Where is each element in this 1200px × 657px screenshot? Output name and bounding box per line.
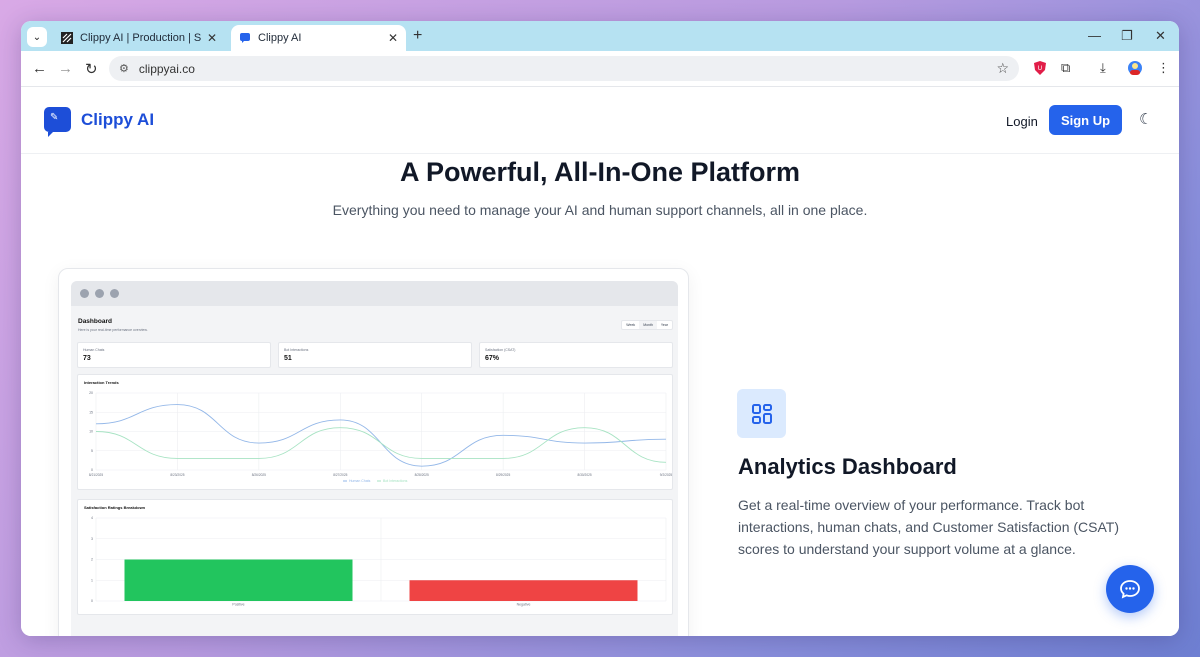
y-tick-label: 4	[91, 516, 93, 520]
x-tick-label: 8/21/2025	[89, 473, 103, 477]
y-tick-label: 5	[91, 449, 93, 453]
download-icon[interactable]: ⤓	[1100, 60, 1106, 76]
legend-label: Human Chats	[349, 479, 371, 483]
stat-card: Bot Interactions 51	[278, 342, 472, 368]
signup-button[interactable]: Sign Up	[1049, 105, 1122, 135]
sanity-favicon-icon	[61, 32, 73, 44]
browser-toolbar: ← → ↻ ⚙ clippyai.co ☆ U ⧉ ⤓ ⋮	[21, 51, 1179, 87]
web-page: ✎ Clippy AI Login Sign Up ☾ A Powerful, …	[21, 87, 1179, 636]
address-bar[interactable]: ⚙ clippyai.co ☆	[109, 56, 1019, 81]
feature-grid-icon	[737, 389, 786, 438]
range-toggle: Week Month Year	[621, 320, 673, 330]
chevron-down-icon: ⌄	[32, 31, 42, 43]
hero-title: A Powerful, All-In-One Platform	[399, 157, 801, 187]
y-tick-label: 1	[91, 578, 93, 582]
legend-label: Bot Interactions	[383, 479, 408, 483]
forward-arrow-icon[interactable]: →	[58, 60, 73, 77]
y-tick-label: 2	[91, 558, 93, 562]
restore-icon[interactable]: ❐	[1121, 28, 1133, 44]
y-tick-label: 15	[89, 410, 93, 414]
y-tick-label: 3	[91, 537, 93, 541]
feature-description: Get a real-time overview of your perform…	[738, 497, 1120, 557]
x-tick-label: 8/26/2025	[252, 473, 266, 477]
x-tick-label: 8/28/2025	[415, 473, 429, 477]
new-tab-plus-icon[interactable]: +	[413, 27, 422, 45]
stat-label: Bot Interactions	[284, 348, 309, 352]
browser-window: ⌄ Clippy AI | Production | Sanity ✕ Clip…	[21, 21, 1179, 636]
window-dot	[95, 289, 104, 298]
x-tick-label: 8/29/2025	[496, 473, 510, 477]
stat-label: Satisfaction (CSAT)	[485, 348, 516, 352]
chat-bubble-icon	[1120, 580, 1140, 599]
brave-shield-icon[interactable]: U	[1033, 60, 1047, 76]
minimize-icon[interactable]: —	[1088, 28, 1101, 43]
x-tick-label: 8/27/2025	[333, 473, 347, 477]
close-icon[interactable]: ✕	[388, 31, 398, 45]
series-line	[95, 427, 667, 463]
y-tick-label: 0	[91, 599, 93, 603]
site-info-icon[interactable]: ⚙	[119, 62, 129, 75]
kebab-menu-icon[interactable]: ⋮	[1157, 60, 1170, 76]
bar-positive	[124, 559, 353, 601]
chat-widget-button[interactable]	[1106, 565, 1154, 613]
mockup-titlebar	[71, 281, 678, 306]
stat-label: Human Chats	[83, 348, 105, 352]
extensions-puzzle-icon[interactable]: ⧉	[1061, 60, 1070, 76]
site-header: ✎ Clippy AI Login Sign Up ☾	[21, 87, 1179, 154]
tab-sanity[interactable]: Clippy AI | Production | Sanity ✕	[53, 25, 225, 51]
x-tick-label: 9/2/2025	[660, 473, 673, 477]
bar-negative	[409, 580, 638, 601]
feature-title: Analytics Dashboard	[738, 454, 957, 479]
site-logo[interactable]: ✎ Clippy AI	[44, 107, 155, 137]
series-line	[95, 404, 667, 467]
brand-name: Clippy AI	[81, 109, 155, 129]
stat-value: 73	[83, 355, 91, 362]
x-tick-label: 8/30/2025	[577, 473, 591, 477]
stat-card: Human Chats 73	[77, 342, 271, 368]
svg-text:U: U	[1038, 65, 1042, 72]
reload-icon[interactable]: ↻	[85, 60, 98, 78]
tab-clippy[interactable]: Clippy AI ✕	[231, 25, 406, 51]
range-option: Year	[660, 323, 668, 327]
close-icon[interactable]: ✕	[207, 31, 217, 45]
trend-chart-panel: Interaction Trends 0 5 10 15 20 8/21/2025 8/23…	[77, 374, 673, 490]
dashboard-mockup: Dashboard Here is your real-time perform…	[58, 268, 689, 636]
back-arrow-icon[interactable]: ←	[32, 60, 47, 77]
chart-legend: Human Chats Bot Interactions	[343, 479, 408, 483]
dashboard-layout-icon	[751, 403, 772, 424]
window-dot	[110, 289, 119, 298]
mockup-content: Dashboard Here is your real-time perform…	[71, 306, 678, 636]
clippy-favicon-icon	[240, 33, 250, 43]
x-tick-label: Positive	[232, 603, 244, 607]
window-dot	[80, 289, 89, 298]
stat-value: 51	[284, 355, 292, 362]
x-tick-label: Negative	[517, 603, 531, 607]
range-option: Month	[639, 321, 657, 329]
stat-value: 67%	[485, 355, 500, 362]
range-option: Week	[626, 323, 636, 327]
y-tick-label: 20	[89, 391, 93, 395]
stat-card: Satisfaction (CSAT) 67%	[479, 342, 673, 368]
ratings-bar-chart: 0 1 2 3 4 Positive Negative	[91, 516, 667, 607]
window-close-icon[interactable]: ✕	[1155, 28, 1166, 44]
tab-search-button[interactable]: ⌄	[27, 27, 47, 47]
login-link[interactable]: Login	[1006, 114, 1038, 129]
moon-icon[interactable]: ☾	[1139, 110, 1152, 128]
hero-subtitle: Everything you need to manage your AI an…	[332, 202, 868, 218]
y-tick-label: 0	[91, 468, 93, 472]
ratings-chart-panel: Satisfaction Ratings Breakdown 0 1 2 3 4 Posi…	[77, 499, 673, 615]
x-tick-label: 8/23/2025	[170, 473, 184, 477]
trend-line-chart: 0 5 10 15 20 8/21/2025 8/23/2025 8/26/2025 8/27/…	[89, 391, 673, 483]
url-text: clippyai.co	[138, 61, 195, 76]
logo-chat-icon: ✎	[44, 107, 71, 137]
tab-title: Clippy AI | Production | Sanity	[80, 32, 201, 44]
y-tick-label: 10	[89, 430, 93, 434]
mockup-window: Dashboard Here is your real-time perform…	[71, 281, 678, 636]
profile-avatar-icon[interactable]	[1127, 60, 1143, 76]
mockup-subtitle: Here is your real-time performance overv…	[78, 328, 148, 332]
tab-strip: ⌄ Clippy AI | Production | Sanity ✕ Clip…	[21, 21, 1179, 51]
mockup-title: Dashboard	[78, 318, 112, 325]
tab-title: Clippy AI	[258, 32, 302, 44]
bookmark-star-icon[interactable]: ☆	[996, 60, 1009, 77]
